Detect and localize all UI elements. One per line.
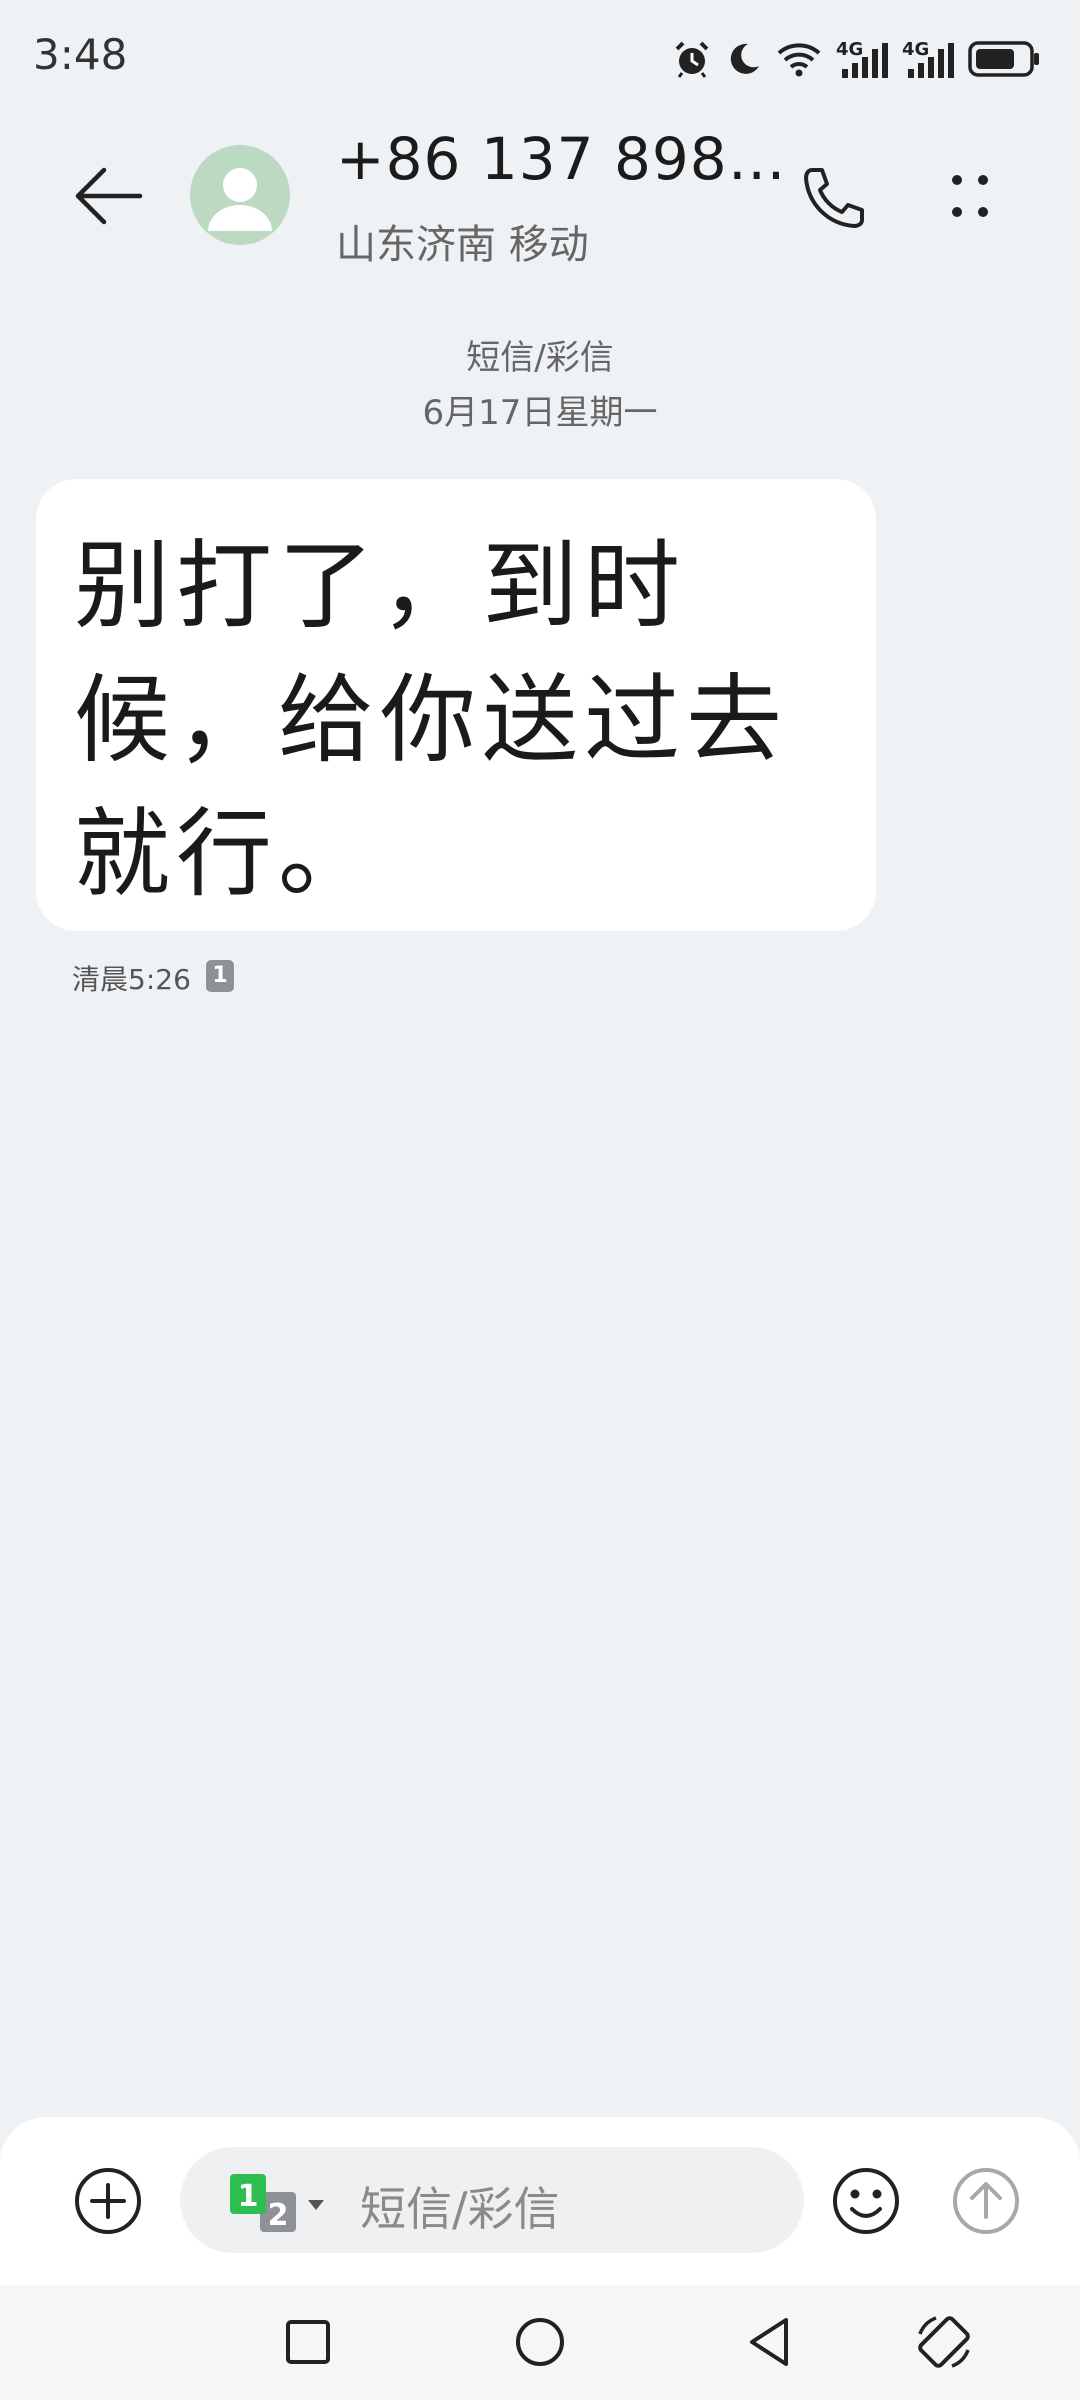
person-icon: [208, 168, 272, 231]
svg-text:1: 1: [238, 2179, 259, 2214]
alarm-icon: [675, 41, 709, 78]
rotate-screen-icon: [918, 2316, 970, 2368]
message-channel-label: 短信/彩信: [466, 338, 614, 378]
add-attachment-button[interactable]: [72, 2165, 144, 2237]
home-icon: [516, 2318, 564, 2366]
input-placeholder: 短信/彩信: [360, 2182, 560, 2236]
message-time: 清晨5:26: [72, 963, 191, 996]
back-button[interactable]: [70, 160, 150, 232]
recent-apps-button[interactable]: [276, 2310, 340, 2374]
home-button[interactable]: [508, 2310, 572, 2374]
back-icon: [750, 2318, 788, 2366]
contact-location: 山东济南 移动: [336, 222, 589, 268]
plus-circle-icon: [75, 2168, 141, 2234]
contact-avatar[interactable]: [190, 145, 290, 245]
back-nav-button[interactable]: [738, 2310, 802, 2374]
svg-text:2: 2: [268, 2198, 289, 2233]
smiley-icon: [833, 2168, 899, 2234]
rotate-screen-button[interactable]: [912, 2310, 976, 2374]
sim-switch-icon: 2 1: [230, 2174, 324, 2233]
battery-icon: [968, 41, 1039, 77]
message-date: 6月17日星期一: [422, 393, 658, 433]
svg-text:4G: 4G: [902, 39, 929, 60]
sim-selector[interactable]: 2 1: [230, 2172, 330, 2236]
send-arrow-up-icon: [953, 2168, 1019, 2234]
recent-apps-icon: [286, 2320, 330, 2364]
more-dots-icon: [952, 175, 988, 217]
message-bubble[interactable]: 别打了，到时候，给你送过去就行。: [36, 479, 876, 931]
arrow-left-icon: [75, 167, 143, 225]
status-icons: 4G 4G: [672, 34, 1040, 84]
sim-badge: 1: [206, 960, 234, 992]
signal-4g-sim2-icon: 4G: [902, 39, 954, 78]
wifi-icon: [777, 43, 821, 77]
signal-4g-sim1-icon: 4G: [836, 39, 888, 78]
phone-icon: [804, 168, 864, 228]
more-options-button[interactable]: [930, 160, 1010, 232]
contact-number[interactable]: +86 137 898…: [336, 125, 787, 193]
emoji-button[interactable]: [830, 2165, 902, 2237]
svg-text:4G: 4G: [836, 39, 863, 60]
do-not-disturb-moon-icon: [730, 43, 759, 74]
message-text: 别打了，到时候，给你送过去就行。: [74, 530, 788, 910]
status-time: 3:48: [33, 30, 128, 79]
call-button[interactable]: [790, 160, 870, 232]
send-button[interactable]: [950, 2165, 1022, 2237]
